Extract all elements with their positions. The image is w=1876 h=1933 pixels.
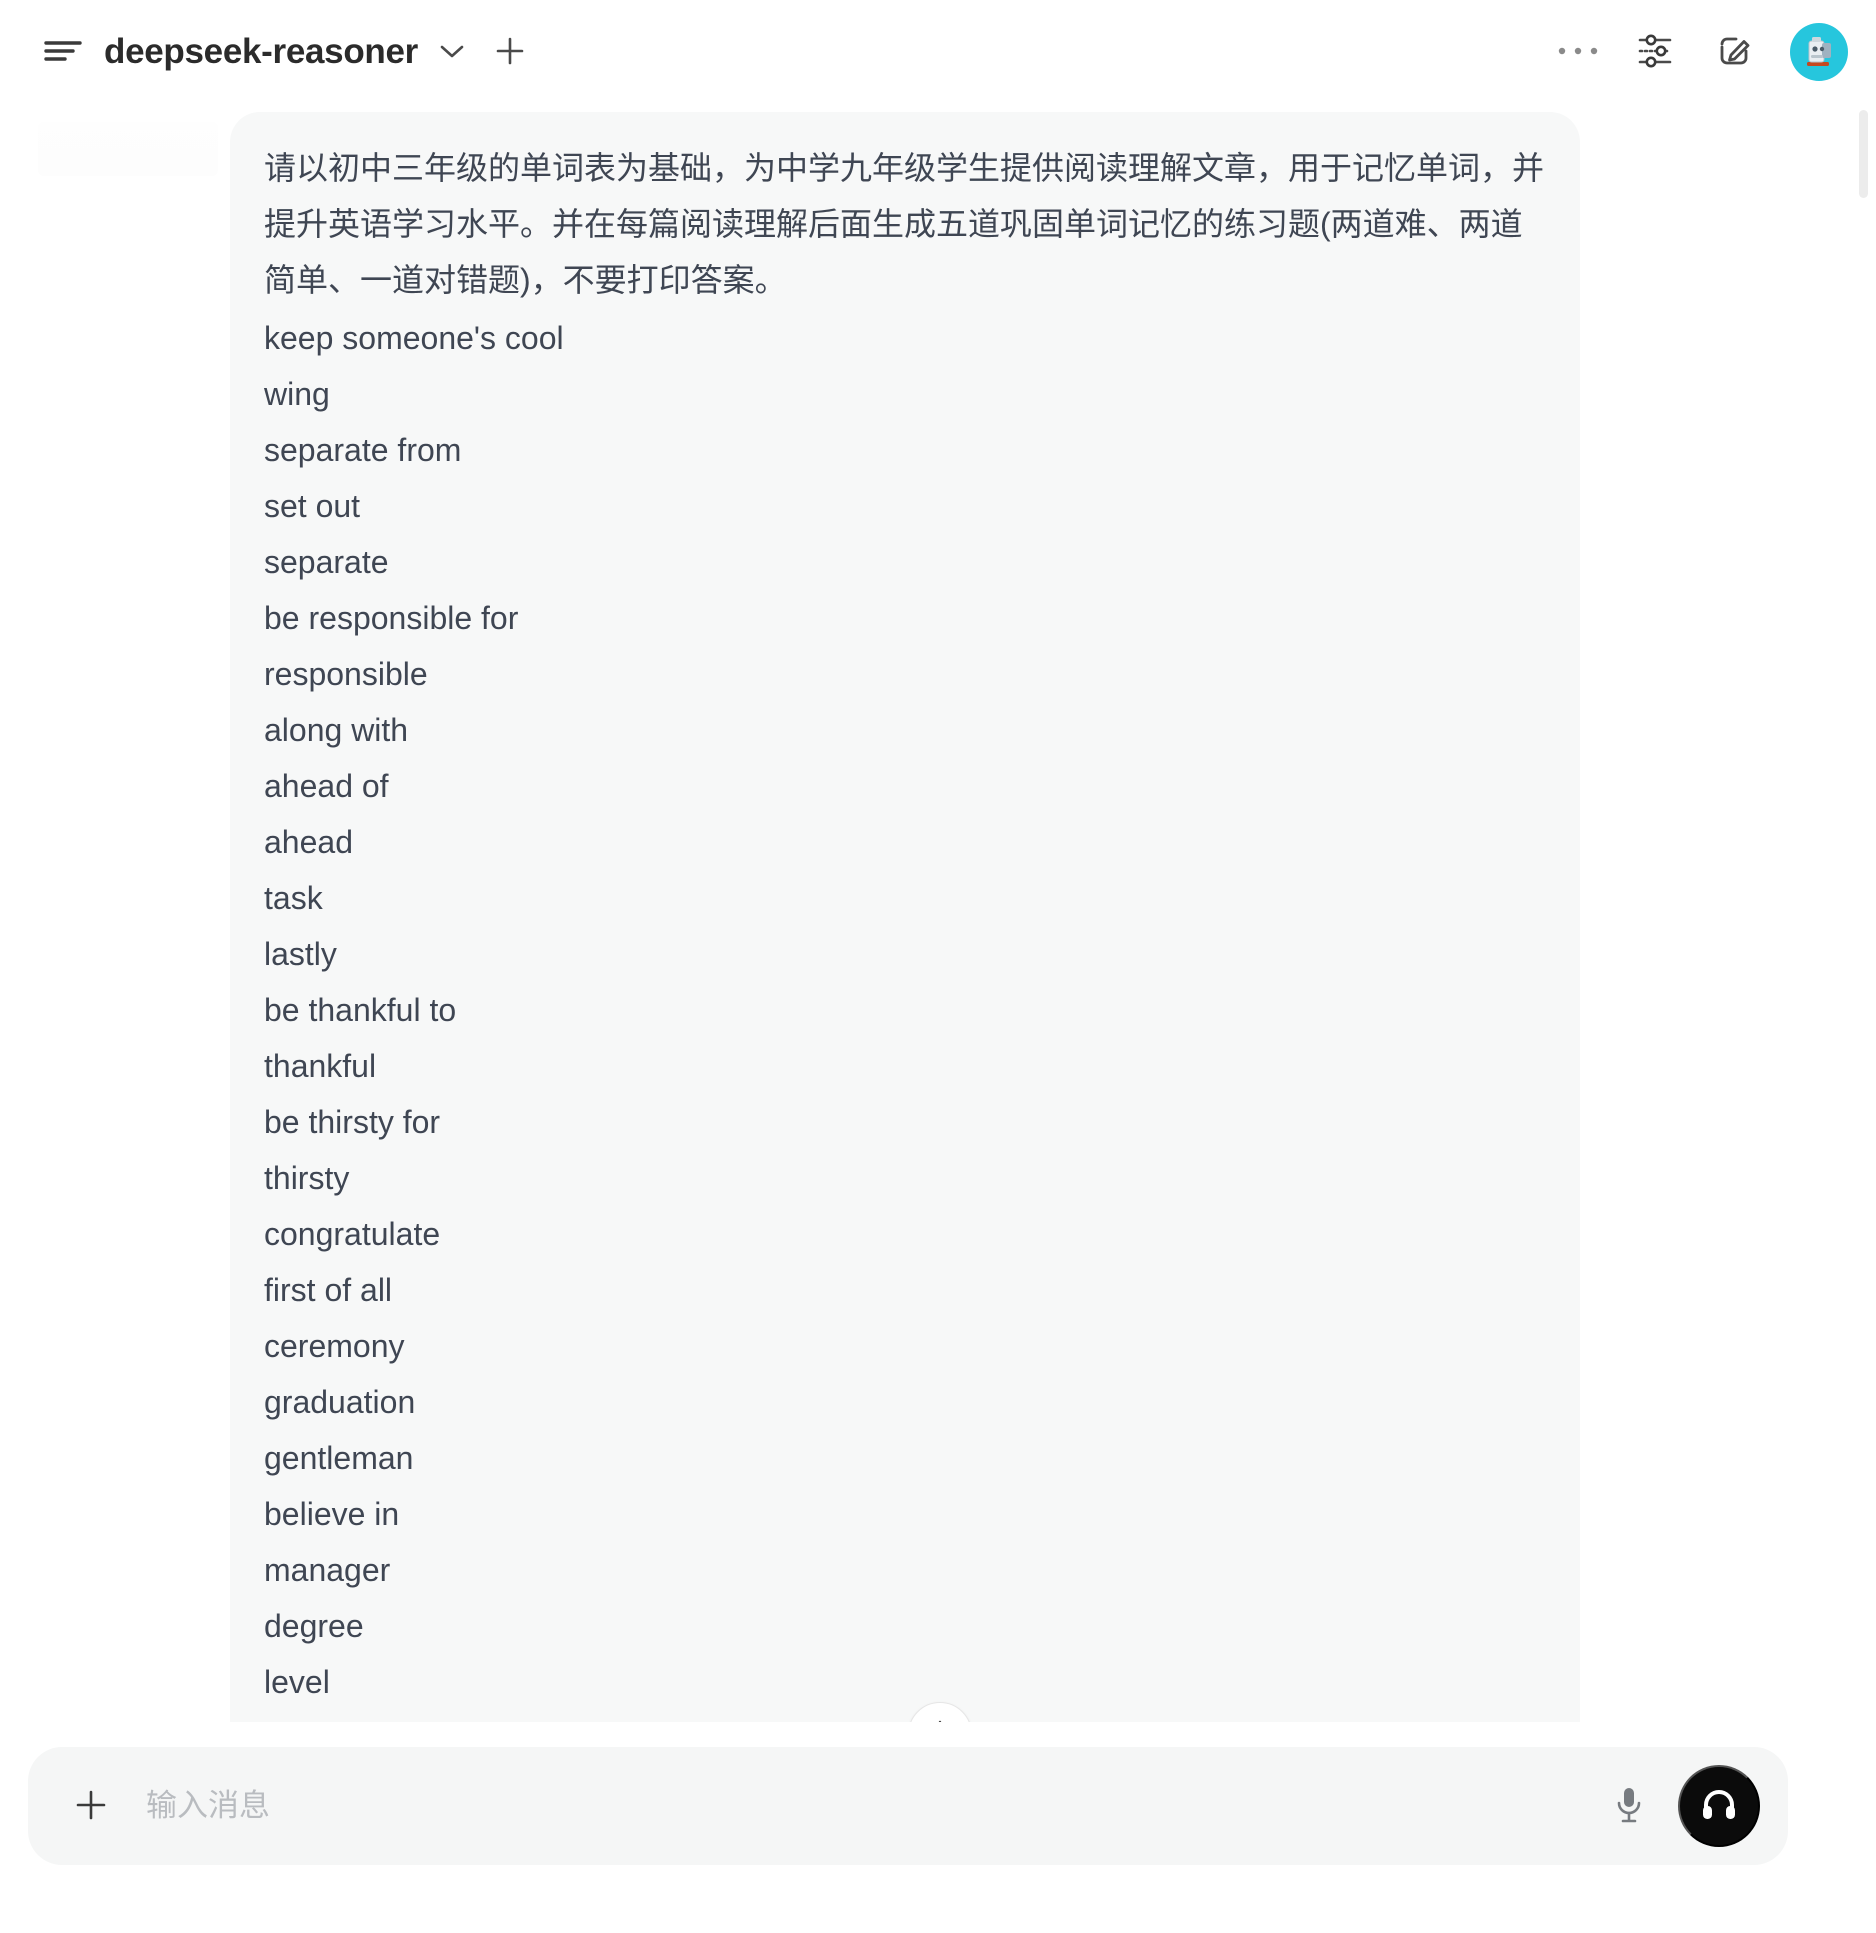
list-item: ceremony bbox=[264, 1328, 405, 1364]
list-item: along with bbox=[264, 712, 409, 748]
composer-bar bbox=[0, 1722, 1876, 1933]
list-item: ahead bbox=[264, 824, 353, 860]
hamburger-icon bbox=[43, 36, 83, 69]
settings-button[interactable] bbox=[1634, 30, 1678, 74]
composer-input-container[interactable] bbox=[28, 1747, 1788, 1865]
list-item: degree bbox=[264, 1608, 364, 1644]
list-item: ahead of bbox=[264, 768, 389, 804]
list-item: first of all bbox=[264, 1272, 393, 1308]
list-item: separate bbox=[264, 544, 389, 580]
list-item: separate from bbox=[264, 432, 462, 468]
list-item: graduation bbox=[264, 1384, 416, 1420]
microphone-button[interactable] bbox=[1606, 1780, 1652, 1832]
list-item: believe in bbox=[264, 1496, 400, 1532]
list-item: level bbox=[264, 1664, 330, 1700]
voice-mode-button[interactable] bbox=[1678, 1765, 1760, 1847]
user-message-bubble[interactable]: 请以初中三年级的单词表为基础，为中学九年级学生提供阅读理解文章，用于记忆单词，并… bbox=[230, 112, 1580, 1822]
list-item: thankful bbox=[264, 1048, 377, 1084]
list-item: manager bbox=[264, 1552, 391, 1588]
chevron-down-icon bbox=[437, 41, 467, 64]
list-item: task bbox=[264, 880, 323, 916]
plus-icon bbox=[493, 34, 527, 71]
ellipsis-icon bbox=[1556, 45, 1600, 60]
scrollbar-thumb[interactable] bbox=[1859, 110, 1868, 198]
list-item: keep someone's cool bbox=[264, 320, 564, 356]
scrollbar-track[interactable] bbox=[1859, 104, 1872, 1822]
list-item: responsible bbox=[264, 656, 428, 692]
vocabulary-word-list: keep someone's cool wing separate from s… bbox=[264, 310, 1546, 1822]
list-item: wing bbox=[264, 376, 330, 412]
plus-icon bbox=[73, 1787, 109, 1826]
attach-button[interactable] bbox=[68, 1783, 114, 1829]
list-item: be thankful to bbox=[264, 992, 457, 1028]
menu-toggle-button[interactable] bbox=[36, 25, 90, 79]
chat-scroll-area[interactable]: 请以初中三年级的单词表为基础，为中学九年级学生提供阅读理解文章，用于记忆单词，并… bbox=[0, 104, 1876, 1822]
collapsed-sidebar-edge bbox=[38, 122, 218, 176]
message-prompt-text: 请以初中三年级的单词表为基础，为中学九年级学生提供阅读理解文章，用于记忆单词，并… bbox=[264, 150, 1545, 298]
compose-button[interactable] bbox=[1712, 30, 1756, 74]
headphones-icon bbox=[1697, 1783, 1741, 1830]
more-options-button[interactable] bbox=[1556, 37, 1600, 67]
edit-pencil-icon bbox=[1714, 31, 1754, 74]
list-item: be thirsty for bbox=[264, 1104, 441, 1140]
new-chat-button[interactable] bbox=[488, 30, 532, 74]
top-bar: deepseek-reasoner bbox=[0, 0, 1876, 104]
list-item: congratulate bbox=[264, 1216, 441, 1252]
list-item: gentleman bbox=[264, 1440, 414, 1476]
list-item: thirsty bbox=[264, 1160, 350, 1196]
robot-avatar-icon bbox=[1798, 29, 1840, 76]
microphone-icon bbox=[1612, 1783, 1646, 1830]
model-dropdown-button[interactable] bbox=[432, 32, 472, 72]
list-item: lastly bbox=[264, 936, 337, 972]
model-name-label[interactable]: deepseek-reasoner bbox=[104, 32, 418, 72]
top-bar-left-group: deepseek-reasoner bbox=[36, 25, 532, 79]
list-item: be responsible for bbox=[264, 600, 519, 636]
message-input[interactable] bbox=[144, 1775, 1606, 1837]
list-item: set out bbox=[264, 488, 361, 524]
top-bar-right-group bbox=[1556, 23, 1848, 81]
sliders-icon bbox=[1636, 32, 1676, 73]
avatar[interactable] bbox=[1790, 23, 1848, 81]
